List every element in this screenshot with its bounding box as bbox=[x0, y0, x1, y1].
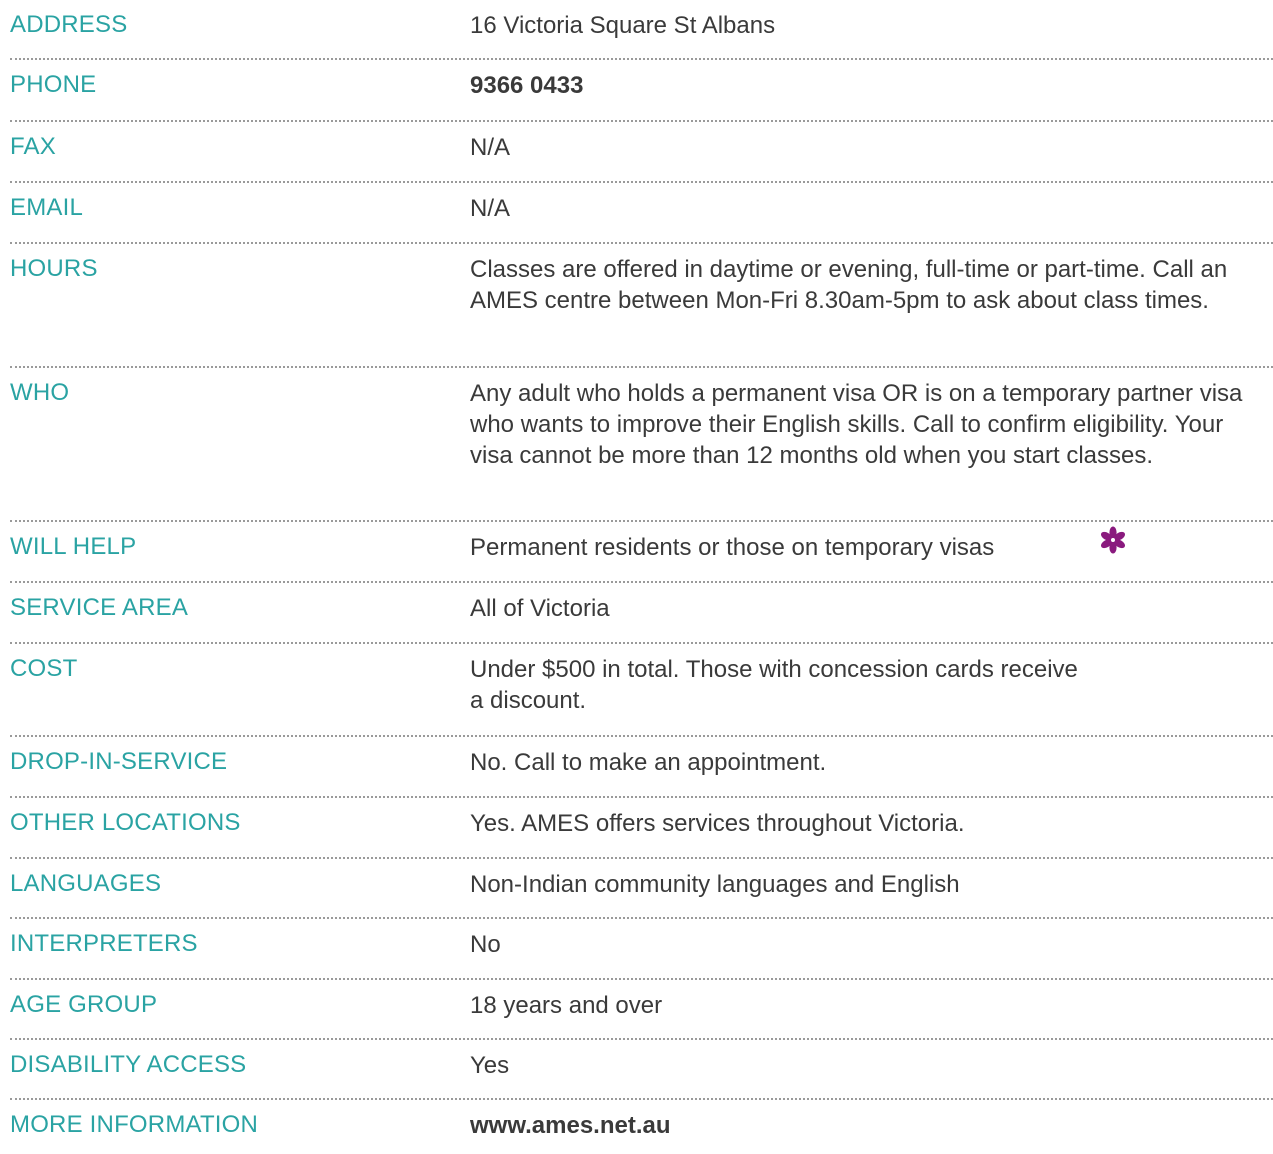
row-value: No. Call to make an appointment. bbox=[470, 749, 827, 776]
row-disability-access: DISABILITY ACCESS Yes bbox=[10, 1040, 1273, 1100]
row-value-text: Any adult who holds a permanent visa OR … bbox=[470, 380, 1243, 469]
flower-icon bbox=[1101, 526, 1125, 554]
row-label: COST bbox=[10, 655, 78, 682]
row-value: All of Victoria bbox=[470, 595, 610, 622]
row-value: 16 Victoria Square St Albans bbox=[470, 12, 776, 39]
row-value: No bbox=[470, 931, 501, 958]
row-fax: FAX N/A bbox=[10, 122, 1273, 183]
row-label: OTHER LOCATIONS bbox=[10, 809, 241, 836]
row-label: DROP-IN-SERVICE bbox=[10, 748, 228, 775]
row-value: N/A bbox=[470, 195, 511, 222]
row-label: MORE INFORMATION bbox=[10, 1111, 259, 1138]
row-age-group: AGE GROUP 18 years and over bbox=[10, 980, 1273, 1040]
row-value: Permanent residents or those on temporar… bbox=[470, 534, 995, 561]
row-value: Any adult who holds a permanent visa OR … bbox=[470, 378, 1273, 471]
row-cost: COST Under $500 in total. Those with con… bbox=[10, 644, 1273, 737]
row-more-information: MORE INFORMATION www.ames.net.au bbox=[10, 1100, 1273, 1144]
row-who: WHO Any adult who holds a permanent visa… bbox=[10, 368, 1273, 522]
row-label: DISABILITY ACCESS bbox=[10, 1051, 247, 1078]
row-label: INTERPRETERS bbox=[10, 930, 198, 957]
row-label: HOURS bbox=[10, 255, 98, 282]
row-label: WHO bbox=[10, 379, 70, 406]
row-label: AGE GROUP bbox=[10, 991, 158, 1018]
row-value: 18 years and over bbox=[470, 992, 663, 1019]
row-hours: HOURS Classes are offered in daytime or … bbox=[10, 244, 1273, 368]
row-languages: LANGUAGES Non-Indian community languages… bbox=[10, 859, 1273, 919]
row-phone: PHONE 9366 0433 bbox=[10, 60, 1273, 122]
row-label: LANGUAGES bbox=[10, 870, 162, 897]
row-value: Non-Indian community languages and Engli… bbox=[470, 871, 960, 898]
row-will-help: WILL HELP Permanent residents or those o… bbox=[10, 522, 1273, 583]
row-other-locations: OTHER LOCATIONS Yes. AMES offers service… bbox=[10, 798, 1273, 859]
row-value: Classes are offered in daytime or evenin… bbox=[470, 254, 1273, 316]
row-label: ADDRESS bbox=[10, 11, 128, 38]
row-value-text: Under $500 in total. Those with concessi… bbox=[470, 656, 1078, 714]
row-drop-in-service: DROP-IN-SERVICE No. Call to make an appo… bbox=[10, 737, 1273, 798]
row-value: Under $500 in total. Those with concessi… bbox=[470, 654, 1273, 716]
row-address: ADDRESS 16 Victoria Square St Albans bbox=[10, 0, 1273, 60]
row-label: EMAIL bbox=[10, 194, 84, 221]
service-info-table: ADDRESS 16 Victoria Square St Albans PHO… bbox=[10, 0, 1273, 1144]
row-value: Yes. AMES offers services throughout Vic… bbox=[470, 810, 965, 837]
row-value: N/A bbox=[470, 134, 511, 161]
row-interpreters: INTERPRETERS No bbox=[10, 919, 1273, 980]
row-label: SERVICE AREA bbox=[10, 594, 189, 621]
row-email: EMAIL N/A bbox=[10, 183, 1273, 244]
row-service-area: SERVICE AREA All of Victoria bbox=[10, 583, 1273, 644]
row-label: WILL HELP bbox=[10, 533, 137, 560]
row-value-text: Classes are offered in daytime or evenin… bbox=[470, 256, 1228, 314]
website-link[interactable]: www.ames.net.au bbox=[470, 1110, 1273, 1141]
row-label: FAX bbox=[10, 133, 56, 160]
phone-number: 9366 0433 bbox=[470, 72, 584, 99]
row-label: PHONE bbox=[10, 71, 97, 98]
row-value: Yes bbox=[470, 1052, 510, 1079]
